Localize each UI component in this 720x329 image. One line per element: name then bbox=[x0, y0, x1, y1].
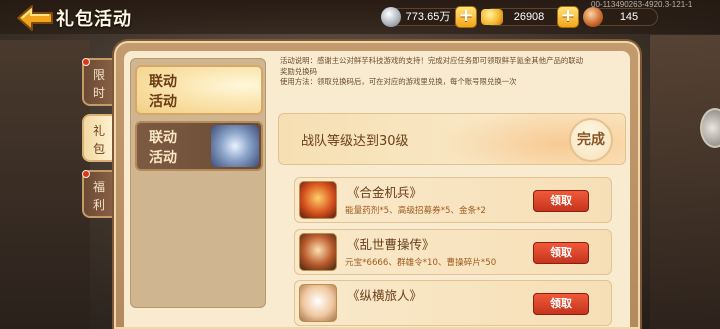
event-description: 活动说明：感谢主公对鲜芋科技游戏的支持！完成对应任务即可领取鲜芋氪金其他产品的联… bbox=[280, 56, 625, 88]
category-item-link-event[interactable]: 联动 活动 bbox=[135, 65, 263, 115]
gift-panel: 联动 活动 联动 活动 活动说明：感谢主公对鲜芋科技游戏的支持！完成对应任务即可… bbox=[114, 41, 640, 329]
tiger-icon bbox=[211, 125, 259, 167]
tab-label: 福 bbox=[92, 180, 105, 194]
category-list[interactable]: 联动 活动 联动 活动 bbox=[130, 58, 266, 308]
category-label: 联动 活动 bbox=[149, 72, 177, 112]
top-bar: 礼包活动 773.65万 + 26908 + 145 00-113490263-… bbox=[0, 0, 720, 34]
task-goal-bar: 战队等级达到30级 完成 bbox=[278, 113, 626, 165]
gold-counter: 26908 + bbox=[481, 6, 579, 28]
tab-gift[interactable]: 礼 包 bbox=[82, 114, 116, 162]
gold-ingot-icon bbox=[481, 9, 503, 25]
background-left bbox=[0, 40, 90, 329]
description-line: 活动说明：感谢主公对鲜芋科技游戏的支持！完成对应任务即可领取鲜芋氪金其他产品的联… bbox=[280, 56, 584, 65]
tab-welfare[interactable]: 福 利 bbox=[82, 170, 116, 218]
player-id: 00-113490263-4920.3-121-1 bbox=[591, 0, 693, 9]
reward-row: 《合金机兵》 能量药剂*5、高级招募券*5、金条*2 领取 bbox=[294, 177, 612, 223]
tab-label: 礼 bbox=[92, 124, 105, 138]
silver-value: 773.65万 bbox=[405, 11, 451, 23]
tab-label: 利 bbox=[92, 198, 105, 212]
meat-icon bbox=[583, 7, 603, 27]
description-line: 使用方法：领取兑换码后，可在对应的游戏里兑换，每个账号限兑换一次 bbox=[280, 77, 517, 86]
category-label-line: 联动 bbox=[149, 74, 177, 90]
category-item-link-event-2[interactable]: 联动 活动 bbox=[135, 121, 263, 171]
goal-text: 战队等级达到30级 bbox=[301, 134, 409, 149]
description-line: 奖励兑换码 bbox=[280, 66, 317, 76]
reward-items: 能量药剂*5、高级招募券*5、金条*2 bbox=[345, 206, 487, 216]
game-thumbnail-icon bbox=[299, 181, 337, 219]
category-label-line: 活动 bbox=[149, 150, 177, 166]
notification-dot bbox=[82, 58, 90, 66]
silver-counter: 773.65万 + bbox=[381, 6, 477, 28]
claim-button[interactable]: 领取 bbox=[533, 293, 589, 315]
tab-limited-time[interactable]: 限 时 bbox=[82, 58, 116, 106]
notification-dot bbox=[82, 170, 90, 178]
tab-label: 时 bbox=[92, 86, 105, 100]
stamina-counter: 145 bbox=[583, 7, 658, 27]
category-label-line: 活动 bbox=[149, 94, 177, 110]
category-label-line: 联动 bbox=[149, 130, 177, 146]
add-gold-button[interactable]: + bbox=[557, 6, 579, 28]
claim-button[interactable]: 领取 bbox=[533, 190, 589, 212]
game-thumbnail-icon bbox=[299, 284, 337, 322]
reward-row: 《纵横旅人》 领取 bbox=[294, 280, 612, 326]
tab-label: 限 bbox=[92, 68, 105, 82]
tab-label: 包 bbox=[92, 142, 105, 156]
game-name: 《合金机兵》 bbox=[347, 185, 423, 200]
completed-badge: 完成 bbox=[569, 118, 613, 162]
stamina-value: 145 bbox=[619, 11, 639, 23]
panel-content: 联动 活动 联动 活动 活动说明：感谢主公对鲜芋科技游戏的支持！完成对应任务即可… bbox=[116, 43, 642, 329]
category-label: 联动 活动 bbox=[149, 128, 177, 168]
add-silver-button[interactable]: + bbox=[455, 6, 477, 28]
game-thumbnail-icon bbox=[299, 233, 337, 271]
silver-coin-icon bbox=[381, 7, 401, 27]
background-right bbox=[650, 35, 720, 329]
game-name: 《纵横旅人》 bbox=[347, 288, 423, 303]
game-name: 《乱世曹操传》 bbox=[347, 237, 435, 252]
reward-row: 《乱世曹操传》 元宝*6666、群雄令*10、曹操碎片*50 领取 bbox=[294, 229, 612, 275]
reward-items: 元宝*6666、群雄令*10、曹操碎片*50 bbox=[345, 258, 497, 268]
gold-value: 26908 bbox=[513, 11, 545, 23]
back-arrow-icon[interactable] bbox=[16, 4, 54, 32]
claim-button[interactable]: 领取 bbox=[533, 242, 589, 264]
page-title: 礼包活动 bbox=[56, 9, 132, 30]
